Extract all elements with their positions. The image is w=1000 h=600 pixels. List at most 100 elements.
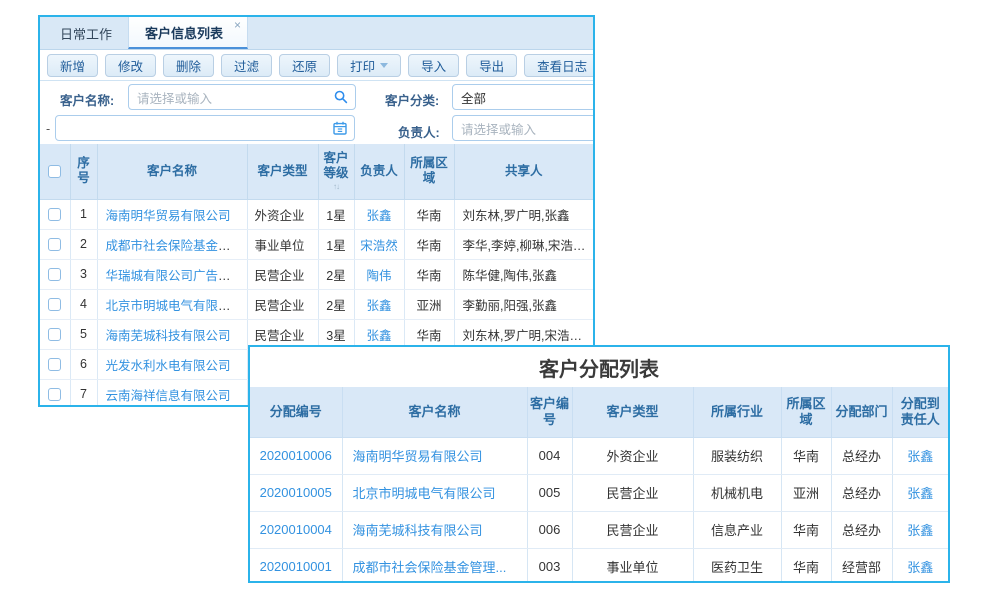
row-checkbox-cell [40,259,70,289]
alloc-code-cell: 2020010001 [250,548,342,583]
alloc-customer-name-link[interactable]: 成都市社会保险基金管理... [353,560,507,575]
export-button[interactable]: 导出 [466,54,517,77]
customer-name-link[interactable]: 云南海祥信息有限公司 [106,389,231,403]
tab-daily-work[interactable]: 日常工作 [44,17,128,49]
customer-name-label: 客户名称: [60,90,114,109]
alloc-code-link[interactable]: 2020010004 [260,522,332,537]
alloc-code-link[interactable]: 2020010006 [260,448,332,463]
alloc-industry-cell: 机械机电 [693,474,781,511]
header-customer-level-label: 客户等级 [323,151,348,180]
owner-link[interactable]: 宋浩然 [360,239,398,253]
print-button[interactable]: 打印 [337,54,401,77]
add-button[interactable]: 新增 [47,54,98,77]
alloc-dept-cell: 经营部 [831,548,892,583]
calendar-icon[interactable] [333,121,347,135]
customer-name-cell: 北京市明城电气有限公司 [97,289,247,319]
print-button-label: 打印 [350,56,375,75]
customer-level-cell: 1星 [318,229,354,259]
owner-link[interactable]: 陶伟 [366,269,391,283]
search-icon[interactable] [334,90,348,104]
alloc-cust-no-cell: 004 [527,437,572,474]
restore-button[interactable]: 还原 [279,54,330,77]
row-checkbox[interactable] [48,298,61,311]
owner-filter-input[interactable]: 请选择或输入 [452,115,595,141]
row-checkbox[interactable] [48,328,61,341]
customer-name-cell: 云南海祥信息有限公司 [97,379,247,407]
shared-cell: 陈华健,陶伟,张鑫 [454,259,593,289]
shared-cell: 李勤丽,阳强,张鑫 [454,289,593,319]
row-number: 2 [70,229,97,259]
customer-category-select[interactable]: 全部 [452,84,595,110]
customer-name-link[interactable]: 北京市明城电气有限公司 [106,299,244,313]
row-number: 7 [70,379,97,407]
alloc-type-cell: 外资企业 [572,437,693,474]
alloc-assignee-link[interactable]: 张鑫 [907,560,933,575]
header-region: 所属区域 [404,144,454,199]
customer-name-cell: 海南芜城科技有限公司 [97,319,247,349]
owner-link[interactable]: 张鑫 [366,209,391,223]
customer-name-input[interactable]: 请选择或输入 [128,84,356,110]
tab-customer-info-list[interactable]: 客户信息列表 × [128,17,248,49]
table-row: 3华瑞城有限公司广告设计部民营企业2星陶伟华南陈华健,陶伟,张鑫 [40,259,593,289]
tab-label: 客户信息列表 [145,23,223,42]
import-button[interactable]: 导入 [408,54,459,77]
alloc-customer-name-cell: 北京市明城电气有限公司 [342,474,527,511]
alloc-code-link[interactable]: 2020010005 [260,485,332,500]
customer-name-link[interactable]: 成都市社会保险基金管理... [106,239,248,253]
owner-filter-label: 负责人: [398,122,440,141]
close-icon[interactable]: × [234,19,241,31]
tab-bar: 日常工作 客户信息列表 × [40,17,593,50]
customer-name-link[interactable]: 海南明华贸易有限公司 [106,209,231,223]
view-log-button[interactable]: 查看日志 [524,54,595,77]
alloc-industry-cell: 信息产业 [693,511,781,548]
edit-button[interactable]: 修改 [105,54,156,77]
customer-name-link[interactable]: 光发水利水电有限公司 [106,359,231,373]
table-row: 2020010006海南明华贸易有限公司004外资企业服装纺织华南总经办张鑫 [250,437,948,474]
header-alloc-cust-no: 客户编号 [527,387,572,437]
row-checkbox[interactable] [48,358,61,371]
alloc-customer-name-cell: 海南芜城科技有限公司 [342,511,527,548]
sort-icon[interactable]: ↑↓ [321,183,352,191]
row-number: 3 [70,259,97,289]
header-alloc-assignee: 分配到责任人 [892,387,948,437]
shared-cell: 李华,李婷,柳琳,宋浩然,张鑫 [454,229,593,259]
alloc-customer-name-link[interactable]: 北京市明城电气有限公司 [353,486,496,501]
header-alloc-code: 分配编号 [250,387,342,437]
owner-link[interactable]: 张鑫 [366,329,391,343]
allocation-panel: 客户分配列表 分配编号 客户名称 客户编号 客户类型 所属行业 所属区域 分配部… [248,345,950,583]
shared-cell: 刘东林,罗广明,张鑫 [454,199,593,229]
alloc-assignee-link[interactable]: 张鑫 [907,486,933,501]
alloc-customer-name-link[interactable]: 海南芜城科技有限公司 [353,523,483,538]
select-all-checkbox[interactable] [48,165,61,178]
table-row: 2成都市社会保险基金管理...事业单位1星宋浩然华南李华,李婷,柳琳,宋浩然,张… [40,229,593,259]
owner-cell: 宋浩然 [354,229,404,259]
customer-name-link[interactable]: 海南芜城科技有限公司 [106,329,231,343]
region-cell: 亚洲 [404,289,454,319]
alloc-assignee-cell: 张鑫 [892,474,948,511]
customer-name-link[interactable]: 华瑞城有限公司广告设计部 [106,269,248,283]
row-checkbox[interactable] [48,268,61,281]
alloc-customer-name-link[interactable]: 海南明华贸易有限公司 [353,449,483,464]
alloc-dept-cell: 总经办 [831,474,892,511]
row-checkbox[interactable] [48,238,61,251]
row-checkbox-cell [40,349,70,379]
customer-name-cell: 华瑞城有限公司广告设计部 [97,259,247,289]
customer-category-label: 客户分类: [385,90,439,109]
header-alloc-industry: 所属行业 [693,387,781,437]
allocation-table-body: 2020010006海南明华贸易有限公司004外资企业服装纺织华南总经办张鑫20… [250,437,948,583]
row-checkbox[interactable] [48,388,61,401]
alloc-code-link[interactable]: 2020010001 [260,559,332,574]
alloc-region-cell: 亚洲 [781,474,831,511]
filter-button[interactable]: 过滤 [221,54,272,77]
date-input[interactable] [55,115,355,141]
alloc-assignee-link[interactable]: 张鑫 [907,449,933,464]
alloc-dept-cell: 总经办 [831,437,892,474]
customer-name-cell: 海南明华贸易有限公司 [97,199,247,229]
row-checkbox-cell [40,199,70,229]
owner-link[interactable]: 张鑫 [366,299,391,313]
customer-type-cell: 事业单位 [247,229,318,259]
header-customer-level[interactable]: 客户等级 ↑↓ [318,144,354,199]
row-checkbox[interactable] [48,208,61,221]
alloc-assignee-link[interactable]: 张鑫 [907,523,933,538]
delete-button[interactable]: 删除 [163,54,214,77]
